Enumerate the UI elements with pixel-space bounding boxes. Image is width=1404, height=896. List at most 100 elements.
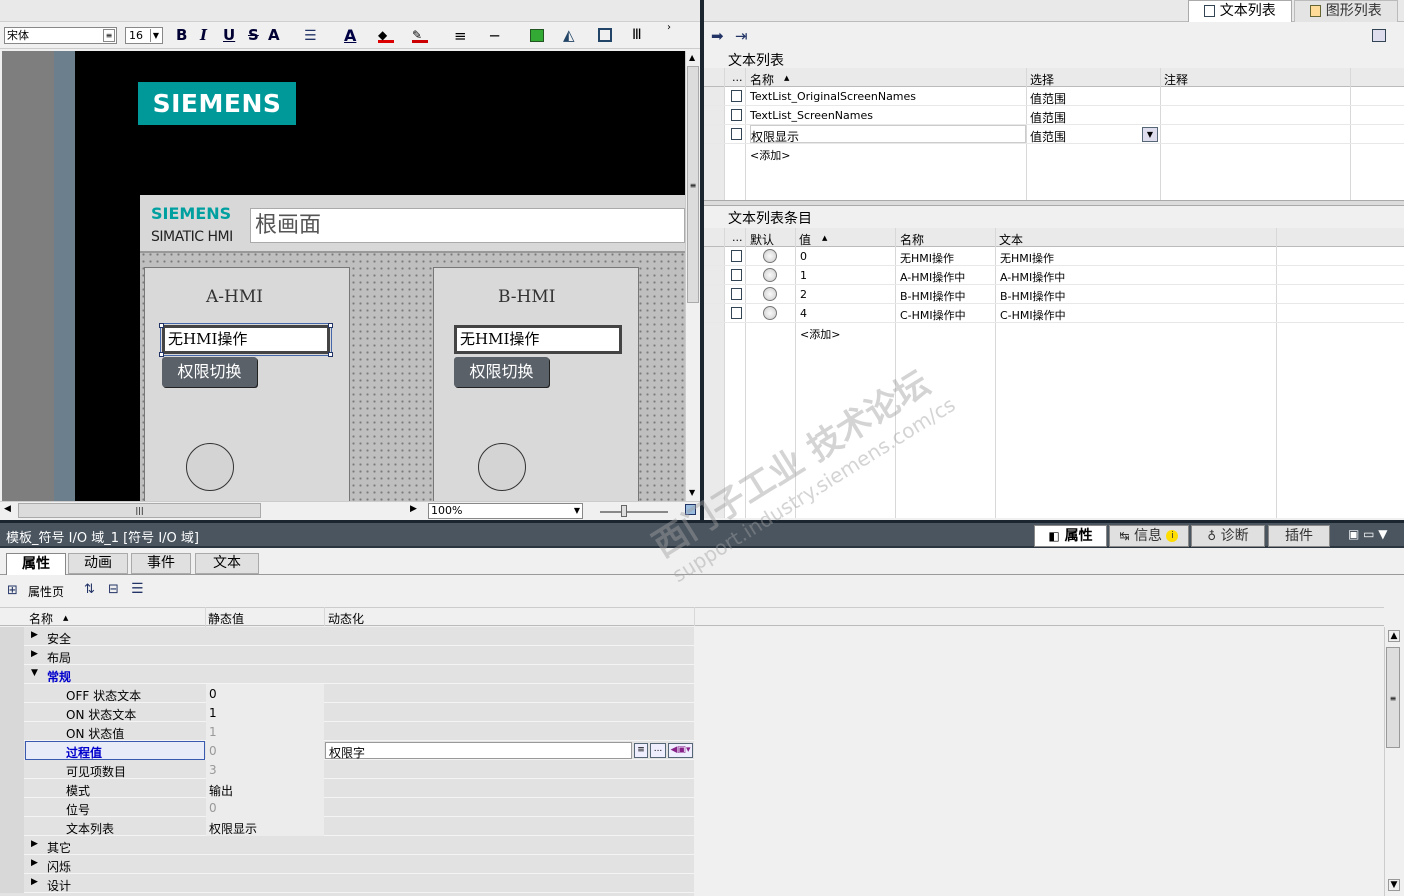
tab-info[interactable]: ↹ 信息 i: [1109, 525, 1189, 547]
table-row[interactable]: 4 C-HMI操作中 C-HMI操作中: [704, 304, 1404, 323]
collapsed-triangle-icon[interactable]: ▶: [31, 877, 38, 887]
line-width-icon[interactable]: ─: [490, 27, 499, 45]
col-text[interactable]: 文本: [999, 231, 1023, 248]
property-static-value[interactable]: 0: [209, 744, 217, 758]
property-static-value[interactable]: 3: [209, 763, 217, 777]
align-icon[interactable]: ☰: [304, 28, 317, 44]
property-name[interactable]: 位号: [66, 801, 90, 818]
property-row[interactable]: 文本列表 权限显示: [0, 817, 694, 836]
tab-text-list[interactable]: 文本列表: [1188, 0, 1292, 22]
property-static-value[interactable]: 输出: [209, 782, 233, 799]
group-layout[interactable]: 布局: [47, 649, 71, 666]
property-row[interactable]: 可见项数目 3: [0, 760, 694, 779]
scroll-down-icon[interactable]: ▼: [689, 488, 695, 497]
add-text-list[interactable]: <添加>: [750, 147, 790, 163]
table-row[interactable]: 权限显示 值范围 ▼: [704, 125, 1404, 144]
col-value[interactable]: 值: [799, 231, 811, 248]
zoom-slider[interactable]: [600, 511, 668, 513]
tab-properties[interactable]: 属性: [6, 553, 66, 575]
text-list-name[interactable]: TextList_OriginalScreenNames: [750, 90, 916, 103]
entry-value[interactable]: 1: [800, 269, 807, 282]
group-flash[interactable]: 闪烁: [47, 858, 71, 875]
default-radio[interactable]: [763, 306, 777, 320]
strikethrough-button[interactable]: S: [248, 26, 259, 44]
property-row[interactable]: 模式 输出: [0, 779, 694, 798]
export-icon[interactable]: ➡: [711, 27, 724, 45]
horizontal-scroll-thumb[interactable]: |||: [18, 503, 261, 518]
add-entry[interactable]: <添加>: [800, 326, 840, 342]
entry-name[interactable]: A-HMI操作中: [900, 269, 965, 285]
property-name[interactable]: OFF 状态文本: [66, 687, 141, 704]
underline-button[interactable]: U: [223, 26, 235, 44]
entry-text[interactable]: 无HMI操作: [1000, 250, 1054, 266]
tab-properties-right[interactable]: ◧ 属性: [1034, 525, 1107, 547]
properties-page-icon[interactable]: ⊞: [7, 583, 18, 598]
rotate-icon[interactable]: ◭: [563, 26, 575, 44]
text-list-select[interactable]: 值范围: [1030, 90, 1066, 107]
entry-text[interactable]: A-HMI操作中: [1000, 269, 1065, 285]
horizontal-splitter[interactable]: [704, 200, 1404, 206]
bold-button[interactable]: B: [176, 26, 187, 44]
scroll-up-icon[interactable]: ▲: [1388, 630, 1400, 642]
window-controls-icon[interactable]: ▣ ▭ ▼: [1348, 527, 1388, 541]
fill-color-icon[interactable]: ◆: [378, 28, 394, 43]
group-design[interactable]: 设计: [47, 877, 71, 894]
tab-text[interactable]: 文本: [195, 553, 259, 574]
col-default[interactable]: 默认: [750, 231, 774, 248]
browse-icon[interactable]: ...: [650, 743, 666, 758]
canvas-vertical-scrollbar[interactable]: ▲ ≡ ▼: [685, 51, 700, 501]
property-group-row[interactable]: ▶ 其它: [0, 836, 694, 855]
property-row[interactable]: ON 状态文本 1: [0, 703, 694, 722]
group-icon[interactable]: [598, 28, 612, 42]
zoom-slider-thumb[interactable]: [621, 505, 627, 517]
col-comment[interactable]: 注释: [1164, 71, 1188, 88]
selection-handle[interactable]: [159, 323, 164, 328]
collapsed-triangle-icon[interactable]: ▶: [31, 630, 38, 640]
group-other[interactable]: 其它: [47, 839, 71, 856]
table-row[interactable]: 1 A-HMI操作中 A-HMI操作中: [704, 266, 1404, 285]
property-name[interactable]: 过程值: [66, 744, 102, 761]
property-static-value[interactable]: 1: [209, 706, 217, 720]
property-static-value[interactable]: 0: [209, 687, 217, 701]
property-row[interactable]: ON 状态值 1: [0, 722, 694, 741]
property-name[interactable]: 文本列表: [66, 820, 114, 837]
more-chevron-icon[interactable]: ›: [667, 22, 671, 33]
panel-a-symbolic-io-field[interactable]: 无HMI操作: [160, 323, 332, 356]
font-color-icon[interactable]: A: [344, 26, 356, 45]
property-name[interactable]: ON 状态值: [66, 725, 124, 742]
table-row[interactable]: 2 B-HMI操作中 B-HMI操作中: [704, 285, 1404, 304]
panel-b-switch-button[interactable]: 权限切换: [454, 357, 549, 387]
table-row[interactable]: TextList_ScreenNames 值范围: [704, 106, 1404, 125]
entry-text[interactable]: B-HMI操作中: [1000, 288, 1066, 304]
collapsed-triangle-icon[interactable]: ▶: [31, 649, 38, 659]
default-radio[interactable]: [763, 249, 777, 263]
property-row[interactable]: OFF 状态文本 0: [0, 684, 694, 703]
property-static-value[interactable]: 1: [209, 725, 217, 739]
line-color-icon[interactable]: ✎: [412, 28, 428, 43]
col-prop-name[interactable]: 名称: [29, 610, 53, 627]
font-size-select[interactable]: 16 ▼: [125, 27, 163, 44]
default-radio[interactable]: [763, 268, 777, 282]
panel-a-switch-button[interactable]: 权限切换: [162, 357, 257, 387]
font-name-select[interactable]: 宋体 ≡: [4, 27, 117, 44]
entry-name[interactable]: B-HMI操作中: [900, 288, 966, 304]
text-list-select[interactable]: 值范围: [1030, 128, 1066, 145]
tag-icon[interactable]: ◀▣▾: [668, 743, 693, 758]
entry-name[interactable]: 无HMI操作: [900, 250, 954, 266]
property-row[interactable]: 过程值 0 权限字 ≡... ◀▣▾: [0, 741, 694, 760]
tab-graphic-list[interactable]: 图形列表: [1294, 0, 1398, 22]
scroll-right-icon[interactable]: ▶: [410, 504, 417, 514]
tab-events[interactable]: 事件: [131, 553, 191, 574]
distribute-icon[interactable]: Ⅲ: [632, 27, 642, 43]
property-group-row[interactable]: ▼ 常规: [0, 665, 694, 684]
group-security[interactable]: 安全: [47, 630, 71, 647]
entry-text[interactable]: C-HMI操作中: [1000, 307, 1066, 323]
grow-font-button[interactable]: A: [268, 26, 280, 44]
scroll-thumb[interactable]: ≡: [687, 66, 699, 303]
expand-icon[interactable]: ⊟: [108, 582, 119, 597]
line-style-icon[interactable]: ≡: [454, 27, 467, 45]
tab-diagnostics[interactable]: ♁ 诊断: [1191, 525, 1265, 547]
tab-plugins[interactable]: 插件: [1268, 525, 1330, 547]
col-entry-name[interactable]: 名称: [900, 231, 924, 248]
layer-icon[interactable]: [530, 29, 544, 42]
